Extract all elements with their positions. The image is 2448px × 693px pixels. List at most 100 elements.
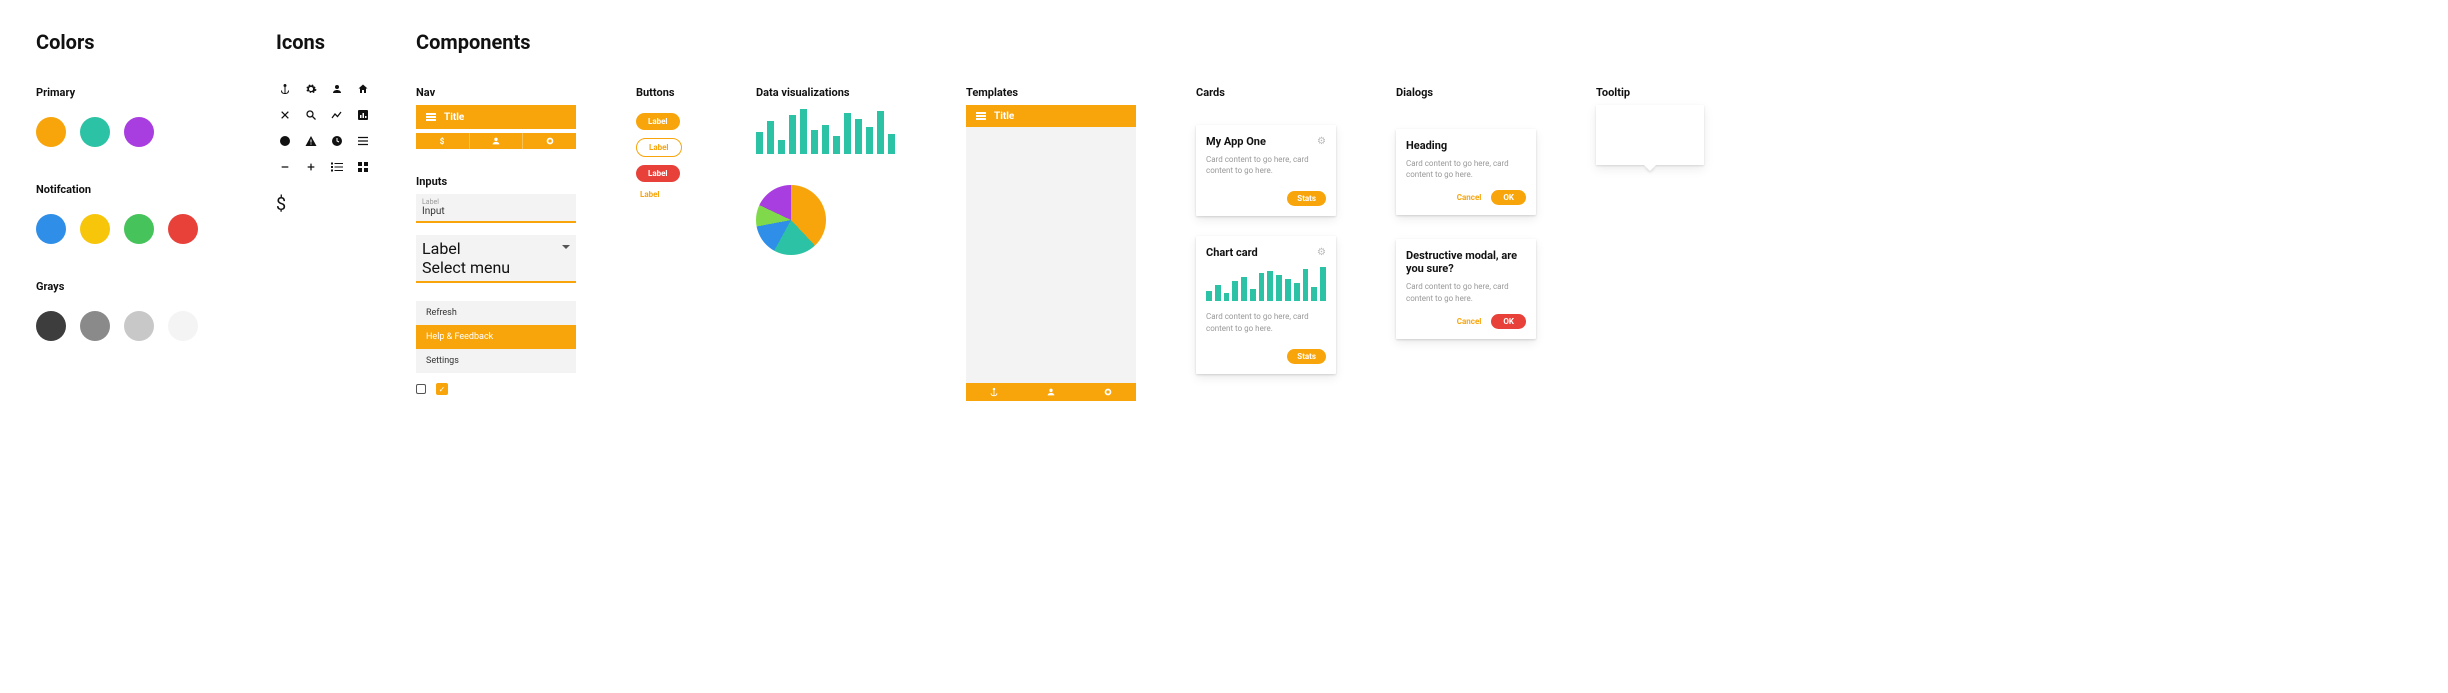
bar	[888, 134, 895, 154]
card-action-button[interactable]: Stats	[1287, 191, 1326, 206]
bar	[1311, 287, 1317, 301]
gear-icon[interactable]: ⚙	[1317, 136, 1326, 147]
tooltip	[1596, 105, 1704, 165]
bar	[1241, 277, 1247, 301]
templates-label: Templates	[966, 86, 1136, 99]
bar	[1267, 271, 1273, 301]
dialog-ok[interactable]: OK	[1491, 190, 1526, 205]
checkbox-checked[interactable]: ✓	[436, 383, 448, 395]
nav-bar[interactable]: Title	[416, 105, 576, 129]
dollar-icon: $	[276, 194, 366, 215]
select-input-label: Label	[422, 239, 570, 258]
bottom-tab-anchor[interactable]	[966, 383, 1023, 401]
bar	[844, 113, 851, 154]
dropdown-caret-icon	[562, 245, 570, 249]
color-swatch	[124, 117, 154, 147]
pie-chart-icon	[276, 132, 294, 150]
dialog-ok-danger[interactable]: OK	[1491, 314, 1526, 329]
primary-label: Primary	[36, 86, 226, 99]
dialog-body: Card content to go here, card content to…	[1406, 281, 1526, 303]
trend-icon	[328, 106, 346, 124]
text-input[interactable]: Label Input	[416, 194, 576, 223]
color-swatch	[36, 117, 66, 147]
nav-tab-dollar[interactable]: $	[416, 133, 470, 149]
card-title: My App One	[1206, 135, 1266, 148]
button-danger[interactable]: Label	[636, 165, 680, 182]
bar	[1250, 289, 1256, 301]
hamburger-icon[interactable]	[976, 112, 986, 120]
minus-icon	[276, 158, 294, 176]
bar	[1224, 293, 1230, 301]
select-input[interactable]: Label Select menu	[416, 235, 576, 283]
buttons-label: Buttons	[636, 86, 675, 99]
bar	[1276, 275, 1282, 301]
bar	[1320, 267, 1326, 301]
bar	[778, 140, 785, 154]
notification-swatches	[36, 214, 226, 244]
template-nav-bar[interactable]: Title	[966, 105, 1136, 127]
button-link[interactable]: Label	[636, 190, 660, 199]
nav-tabs: $	[416, 133, 576, 149]
bar	[1259, 273, 1265, 301]
bar	[1215, 285, 1221, 301]
checkbox-unchecked[interactable]	[416, 384, 426, 394]
template-bottom-tabs	[966, 383, 1136, 401]
card-title: Chart card	[1206, 246, 1258, 259]
bar	[767, 121, 774, 154]
icon-grid	[276, 80, 366, 176]
cards-label: Cards	[1196, 86, 1336, 99]
menu-item-settings[interactable]: Settings	[416, 349, 576, 373]
list-icon	[354, 132, 372, 150]
bottom-tab-person[interactable]	[1023, 383, 1080, 401]
menu-item-help[interactable]: Help & Feedback	[416, 325, 576, 349]
grays-label: Grays	[36, 280, 226, 293]
color-swatch	[80, 117, 110, 147]
menu-item-refresh[interactable]: Refresh	[416, 301, 576, 325]
nav-title: Title	[444, 112, 464, 123]
dialog-body: Card content to go here, card content to…	[1406, 158, 1526, 180]
grays-swatches	[36, 311, 226, 341]
home-icon	[354, 80, 372, 98]
button-outline[interactable]: Label	[636, 138, 682, 157]
button-filled[interactable]: Label	[636, 113, 680, 130]
color-swatch	[80, 311, 110, 341]
bar	[1206, 291, 1212, 301]
dialog-destructive: Destructive modal, are you sure? Card co…	[1396, 239, 1536, 338]
color-swatch	[124, 311, 154, 341]
color-swatch	[168, 311, 198, 341]
gear-icon[interactable]: ⚙	[1317, 247, 1326, 258]
color-swatch	[36, 214, 66, 244]
bar	[1285, 279, 1291, 301]
hamburger-icon[interactable]	[426, 113, 436, 121]
anchor-icon	[276, 80, 294, 98]
dialogs-label: Dialogs	[1396, 86, 1536, 99]
bar-chart	[756, 105, 906, 155]
nav-tab-gear[interactable]	[523, 133, 576, 149]
card-action-button[interactable]: Stats	[1287, 349, 1326, 364]
dialog-cancel[interactable]: Cancel	[1457, 193, 1482, 202]
nav-tab-person[interactable]	[470, 133, 524, 149]
bar	[866, 127, 873, 154]
bar	[877, 111, 884, 154]
card-body: Card content to go here, card content to…	[1206, 154, 1326, 176]
ordered-list-icon	[328, 158, 346, 176]
menu-list: Refresh Help & Feedback Settings	[416, 301, 576, 373]
card-body: Card content to go here, card content to…	[1206, 311, 1326, 333]
dialog-title: Destructive modal, are you sure?	[1406, 249, 1526, 275]
dialog-cancel[interactable]: Cancel	[1457, 317, 1482, 326]
search-icon	[302, 106, 320, 124]
close-icon	[276, 106, 294, 124]
pie-chart	[756, 185, 826, 255]
bar	[756, 132, 763, 154]
bottom-tab-gear[interactable]	[1079, 383, 1136, 401]
components-heading: Components	[416, 30, 2412, 54]
select-input-value: Select menu	[422, 258, 570, 277]
bar	[811, 130, 818, 154]
bar	[833, 136, 840, 154]
dialog-title: Heading	[1406, 139, 1526, 152]
svg-text:$: $	[440, 137, 445, 146]
bar	[822, 125, 829, 154]
color-swatch	[80, 214, 110, 244]
inputs-label: Inputs	[416, 175, 576, 188]
color-swatch	[168, 214, 198, 244]
